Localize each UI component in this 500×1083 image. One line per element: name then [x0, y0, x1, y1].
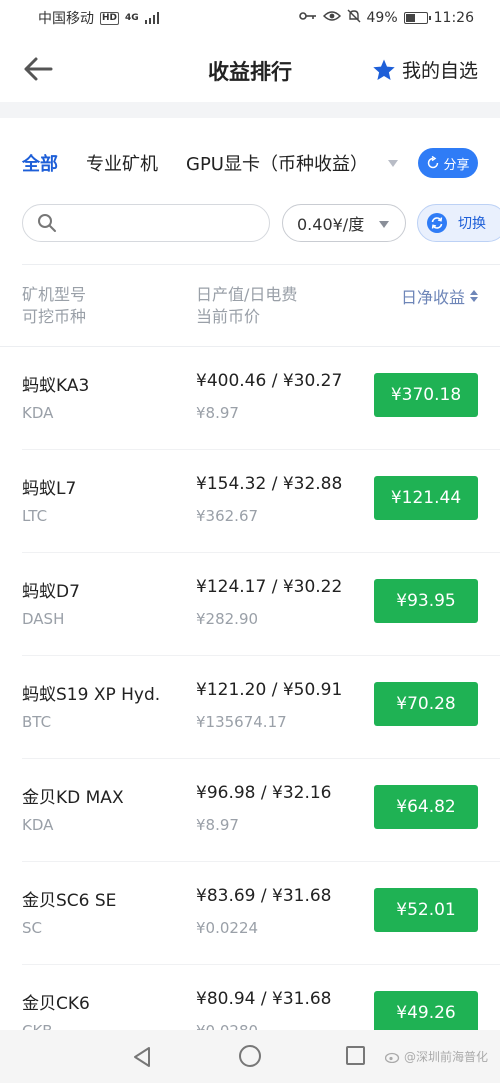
coin-price: ¥8.97	[196, 404, 239, 422]
table-row[interactable]: 金贝SC6 SE SC ¥83.69 / ¥31.68 ¥0.0224 ¥52.…	[0, 862, 500, 965]
miner-model: 金贝CK6	[22, 994, 90, 1014]
miner-coin: DASH	[22, 610, 65, 628]
table-row[interactable]: 蚂蚁KA3 KDA ¥400.46 / ¥30.27 ¥8.97 ¥370.18	[0, 347, 500, 450]
coin-price: ¥362.67	[196, 507, 259, 525]
hd-badge: HD	[100, 11, 120, 25]
search-icon	[38, 214, 56, 232]
miner-model: 蚂蚁L7	[22, 479, 77, 499]
net-profit-badge: ¥370.18	[374, 373, 478, 417]
switch-button[interactable]: 切换	[417, 204, 500, 242]
daily-value-fee: ¥124.17 / ¥30.22	[196, 577, 343, 597]
system-nav-bar: @深圳前海普化	[0, 1030, 500, 1083]
tab-gpu[interactable]: GPU显卡（币种收益）	[186, 150, 368, 176]
coin-price: ¥282.90	[196, 610, 259, 628]
coin-price: ¥0.0224	[196, 919, 259, 937]
tab-all[interactable]: 全部	[22, 150, 58, 176]
watermark: @深圳前海普化	[384, 1048, 488, 1065]
column-header-value-fee: 日产值/日电费	[196, 285, 298, 304]
column-header-model: 矿机型号	[22, 285, 87, 304]
electricity-price-select[interactable]: 0.40¥/度	[282, 204, 406, 242]
miner-coin: LTC	[22, 507, 48, 525]
coin-price: ¥135674.17	[196, 713, 287, 731]
miner-coin: SC	[22, 919, 42, 937]
tab-professional-miners[interactable]: 专业矿机	[86, 150, 158, 176]
signal-icon	[144, 12, 159, 24]
carrier-label: 中国移动	[38, 11, 94, 27]
switch-label: 切换	[458, 216, 486, 232]
miner-model: 蚂蚁S19 XP Hyd.	[22, 685, 161, 705]
net-profit-badge: ¥49.26	[374, 991, 478, 1035]
coin-price: ¥8.97	[196, 816, 239, 834]
weibo-icon	[384, 1052, 400, 1063]
share-button[interactable]: 分享	[418, 148, 478, 178]
net-profit-badge: ¥93.95	[374, 579, 478, 623]
daily-value-fee: ¥96.98 / ¥32.16	[196, 783, 332, 803]
search-box[interactable]	[22, 204, 270, 242]
key-icon	[298, 10, 317, 26]
net-profit-badge: ¥64.82	[374, 785, 478, 829]
daily-value-fee: ¥400.46 / ¥30.27	[196, 371, 343, 391]
header-top-divider	[22, 264, 500, 265]
battery-percent: 49%	[366, 10, 398, 26]
miner-coin: KDA	[22, 404, 54, 422]
nav-recent-apps-icon[interactable]	[346, 1046, 365, 1065]
column-header-net-profit[interactable]: 日净收益	[401, 284, 478, 308]
share-label: 分享	[443, 157, 470, 173]
net-profit-badge: ¥121.44	[374, 476, 478, 520]
share-icon	[428, 156, 439, 169]
miner-coin: KDA	[22, 816, 54, 834]
refresh-icon	[427, 213, 447, 233]
net-profit-badge: ¥52.01	[374, 888, 478, 932]
table-row[interactable]: 蚂蚁S19 XP Hyd. BTC ¥121.20 / ¥50.91 ¥1356…	[0, 656, 500, 759]
table-row[interactable]: 蚂蚁D7 DASH ¥124.17 / ¥30.22 ¥282.90 ¥93.9…	[0, 553, 500, 656]
table-row[interactable]: 金贝KD MAX KDA ¥96.98 / ¥32.16 ¥8.97 ¥64.8…	[0, 759, 500, 862]
miner-model: 蚂蚁KA3	[22, 376, 90, 396]
miner-model: 蚂蚁D7	[22, 582, 80, 602]
electricity-price-value: 0.40¥/度	[297, 215, 365, 234]
network-label: 4G	[125, 13, 139, 23]
favorites-button[interactable]: 我的自选	[372, 56, 478, 83]
clock: 11:26	[433, 10, 474, 26]
miner-model: 金贝SC6 SE	[22, 891, 117, 911]
eye-icon	[322, 10, 341, 26]
battery-icon	[403, 12, 431, 24]
category-tabs: 全部 专业矿机 GPU显卡（币种收益） 分享	[0, 140, 500, 186]
net-profit-label: 日净收益	[400, 288, 465, 307]
mute-bell-icon	[347, 9, 361, 27]
chevron-down-icon	[379, 221, 389, 228]
header-divider	[0, 102, 500, 118]
net-profit-badge: ¥70.28	[374, 682, 478, 726]
watermark-text: @深圳前海普化	[403, 1050, 488, 1064]
miner-coin: BTC	[22, 713, 52, 731]
favorites-label: 我的自选	[401, 60, 478, 82]
status-bar: 中国移动 HD 4G 49% 11:26	[0, 0, 500, 36]
sort-icon	[470, 290, 478, 302]
nav-back-icon[interactable]	[132, 1046, 152, 1068]
table-row[interactable]: 蚂蚁L7 LTC ¥154.32 / ¥32.88 ¥362.67 ¥121.4…	[0, 450, 500, 553]
daily-value-fee: ¥121.20 / ¥50.91	[196, 680, 343, 700]
daily-value-fee: ¥80.94 / ¥31.68	[196, 989, 332, 1009]
column-header-price: 当前币价	[196, 307, 261, 326]
daily-value-fee: ¥154.32 / ¥32.88	[196, 474, 343, 494]
nav-home-icon[interactable]	[239, 1045, 261, 1067]
nav-bar: 收益排行 我的自选	[0, 36, 500, 102]
search-input[interactable]	[65, 214, 245, 232]
daily-value-fee: ¥83.69 / ¥31.68	[196, 886, 332, 906]
tabs-dropdown-icon[interactable]	[388, 160, 398, 167]
miner-model: 金贝KD MAX	[22, 788, 124, 808]
column-header-coin: 可挖币种	[22, 307, 87, 326]
star-icon	[373, 59, 395, 80]
